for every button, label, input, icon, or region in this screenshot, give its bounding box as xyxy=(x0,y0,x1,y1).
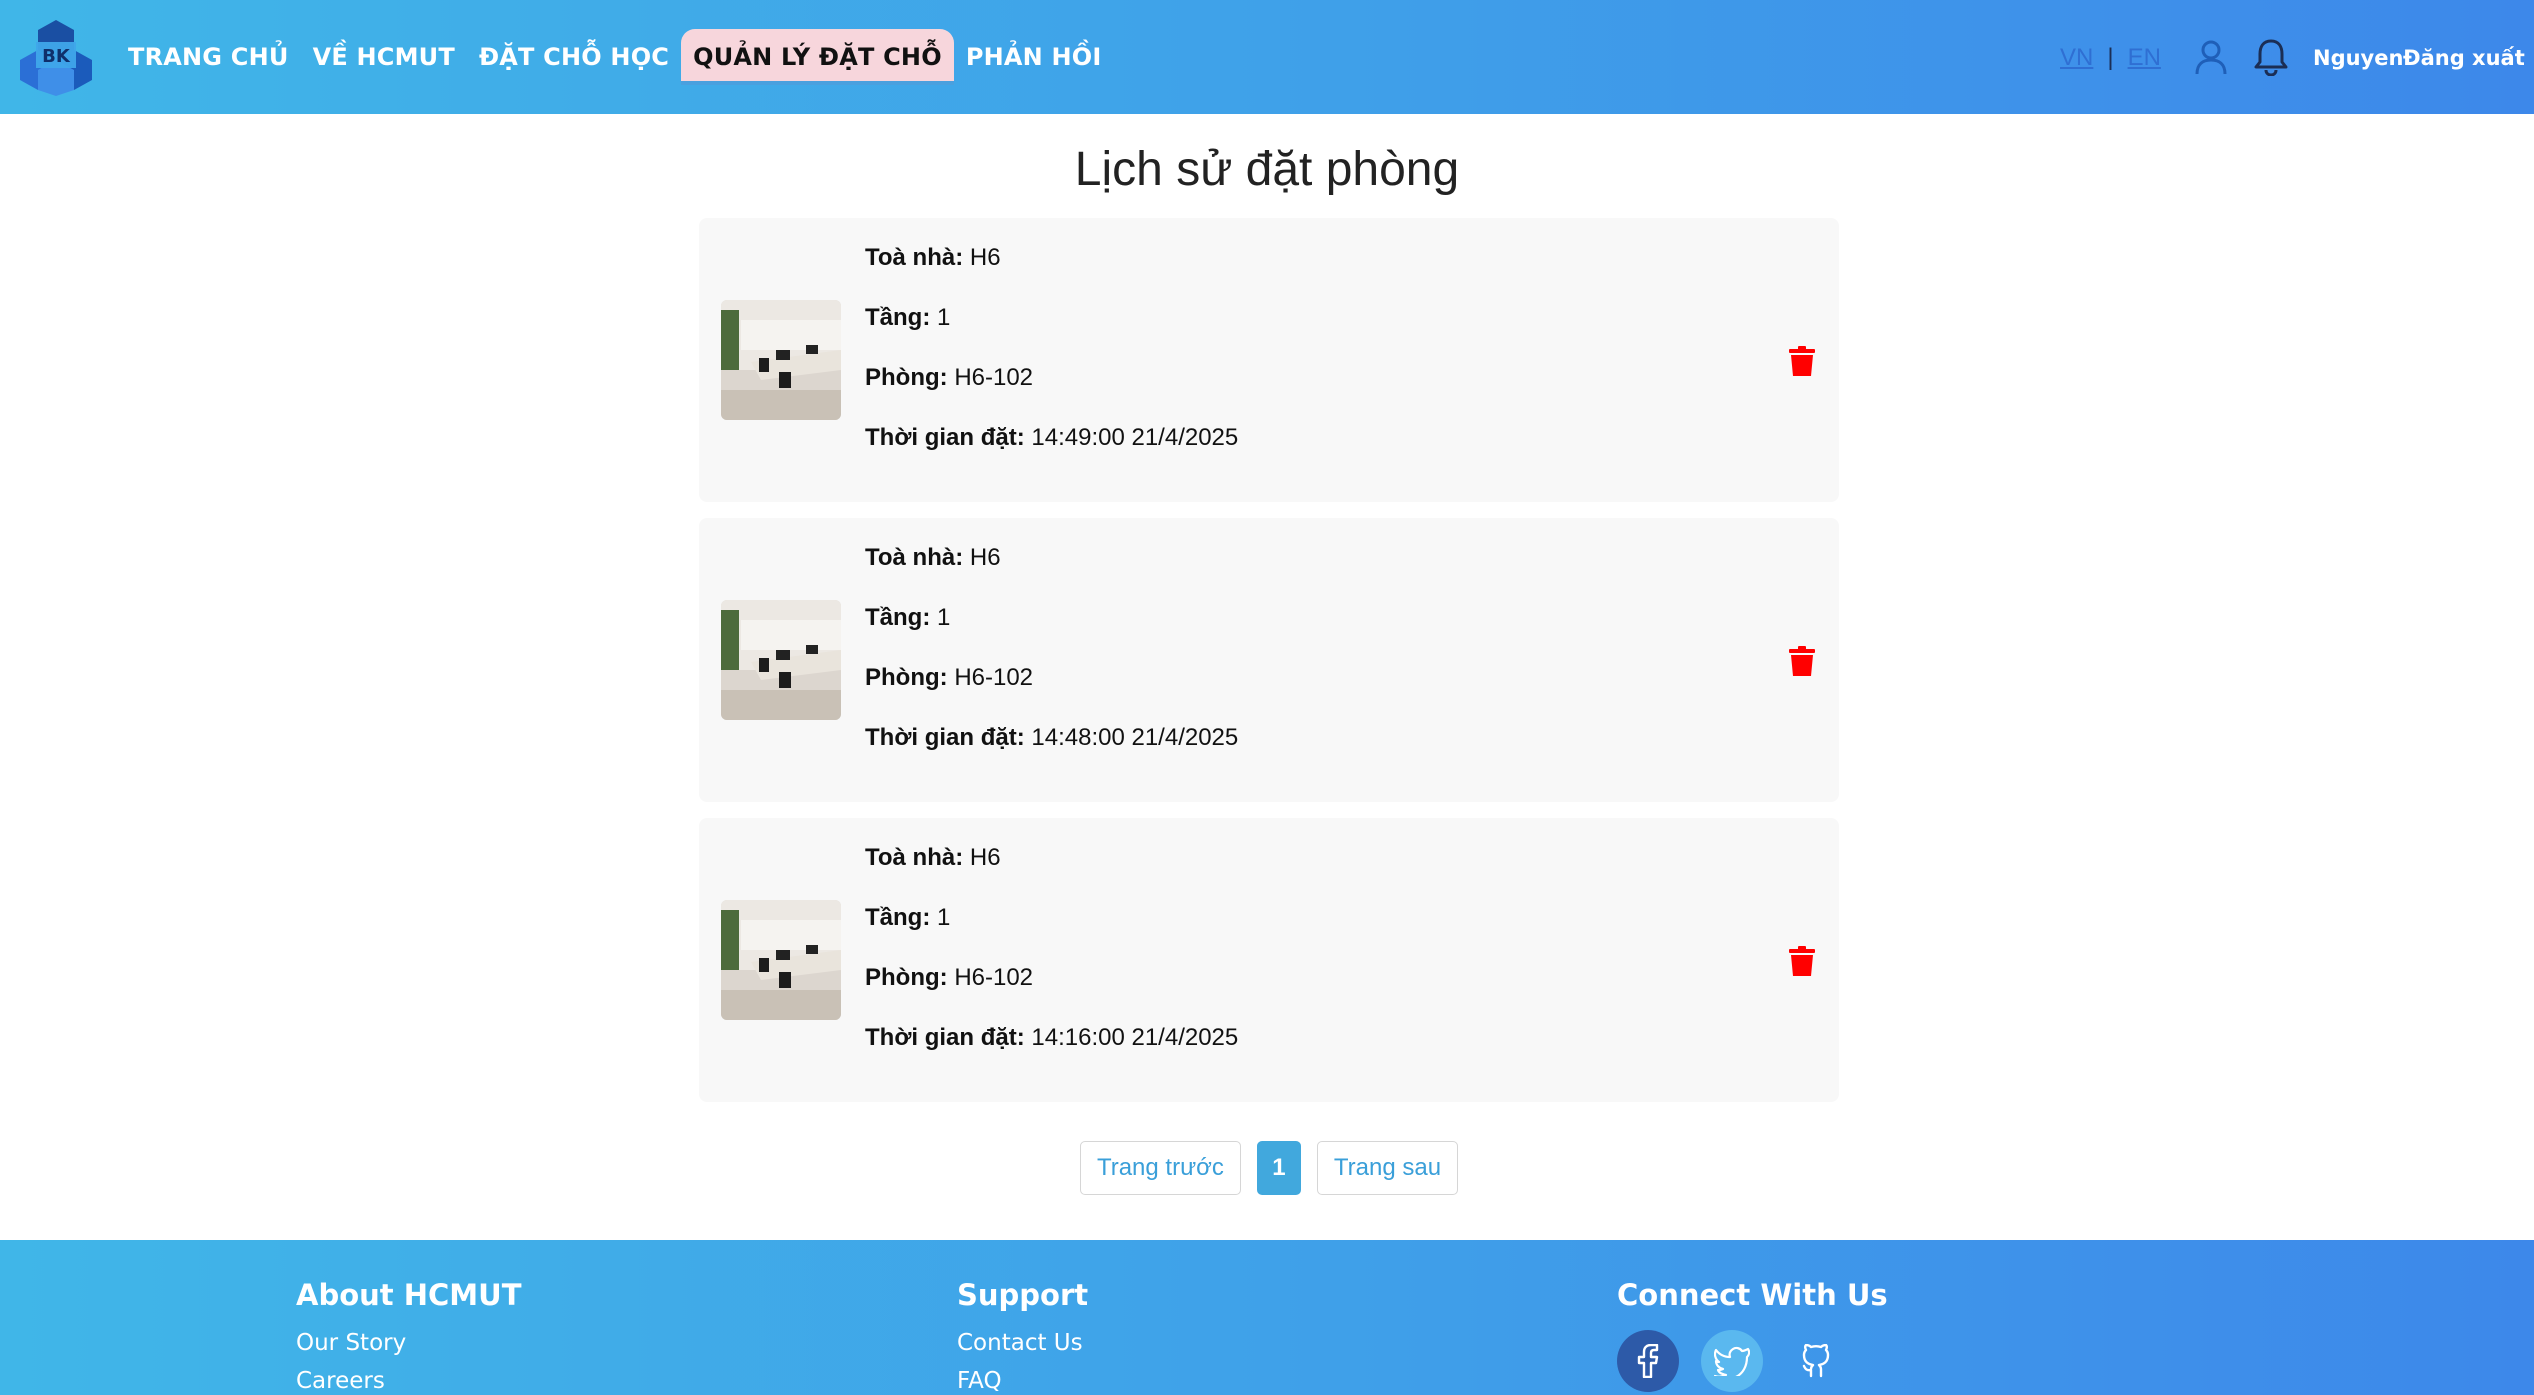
footer-about: About HCMUT Our Story Careers xyxy=(296,1278,521,1395)
lang-en-link[interactable]: EN xyxy=(2128,44,2161,72)
nav-about-hcmut[interactable]: VỀ HCMUT xyxy=(301,31,467,83)
main-nav: TRANG CHỦ VỀ HCMUT ĐẶT CHỖ HỌC QUẢN LÝ Đ… xyxy=(116,0,1114,114)
prev-page-button[interactable]: Trang trước xyxy=(1079,1141,1241,1195)
footer-support-title: Support xyxy=(957,1278,1089,1312)
footer-connect: Connect With Us xyxy=(1617,1278,1888,1392)
room-field: Phòng: H6-102 xyxy=(865,964,1034,991)
nav-feedback[interactable]: PHẢN HỒI xyxy=(954,31,1114,83)
booking-card: Toà nhà: H6 Tầng: 1 Phòng: H6-102 Thời g… xyxy=(699,518,1839,802)
room-thumbnail xyxy=(721,900,841,1020)
room-field: Phòng: H6-102 xyxy=(865,364,1034,391)
footer-about-title: About HCMUT xyxy=(296,1278,522,1312)
facebook-icon[interactable] xyxy=(1617,1330,1679,1392)
footer-link-careers[interactable]: Careers xyxy=(296,1368,521,1394)
floor-field: Tầng: 1 xyxy=(865,904,951,931)
building-field: Toà nhà: H6 xyxy=(865,544,1001,571)
language-switcher: VN | EN xyxy=(2060,44,2161,72)
floor-field: Tầng: 1 xyxy=(865,604,951,631)
trash-icon[interactable] xyxy=(1789,346,1815,376)
room-thumbnail xyxy=(721,300,841,420)
floor-field: Tầng: 1 xyxy=(865,304,951,331)
footer-link-contact-us[interactable]: Contact Us xyxy=(957,1330,1088,1356)
footer-link-our-story[interactable]: Our Story xyxy=(296,1330,521,1356)
time-field: Thời gian đặt: 14:49:00 21/4/2025 xyxy=(865,424,1239,451)
time-field: Thời gian đặt: 14:48:00 21/4/2025 xyxy=(865,724,1239,751)
booking-card: Toà nhà: H6 Tầng: 1 Phòng: H6-102 Thời g… xyxy=(699,218,1839,502)
page-title: Lịch sử đặt phòng xyxy=(1074,143,1460,196)
footer: About HCMUT Our Story Careers Support Co… xyxy=(0,1240,2534,1395)
logout-button[interactable]: Đăng xuất xyxy=(2403,46,2525,70)
bell-icon[interactable] xyxy=(2253,38,2289,76)
trash-icon[interactable] xyxy=(1789,946,1815,976)
trash-icon[interactable] xyxy=(1789,646,1815,676)
footer-link-faq[interactable]: FAQ xyxy=(957,1368,1088,1394)
nav-book-study-seat[interactable]: ĐẶT CHỖ HỌC xyxy=(467,31,681,83)
next-page-button[interactable]: Trang sau xyxy=(1316,1141,1459,1195)
lang-separator: | xyxy=(2107,44,2114,71)
page-1-button[interactable]: 1 xyxy=(1256,1141,1301,1195)
lang-vn-link[interactable]: VN xyxy=(2060,44,2093,72)
top-navbar: BK TRANG CHỦ VỀ HCMUT ĐẶT CHỖ HỌC QUẢN L… xyxy=(0,0,2534,114)
footer-connect-title: Connect With Us xyxy=(1617,1278,1888,1312)
svg-text:BK: BK xyxy=(42,46,71,67)
pagination: Trang trước 1 Trang sau xyxy=(2,1141,2534,1195)
time-field: Thời gian đặt: 14:16:00 21/4/2025 xyxy=(865,1024,1239,1051)
twitter-icon[interactable] xyxy=(1701,1330,1763,1392)
bk-logo[interactable]: BK xyxy=(16,18,96,98)
booking-card: Toà nhà: H6 Tầng: 1 Phòng: H6-102 Thời g… xyxy=(699,818,1839,1102)
nav-home[interactable]: TRANG CHỦ xyxy=(116,31,301,83)
building-field: Toà nhà: H6 xyxy=(865,244,1001,271)
github-icon[interactable] xyxy=(1785,1330,1847,1392)
room-thumbnail xyxy=(721,600,841,720)
footer-support: Support Contact Us FAQ xyxy=(957,1278,1088,1395)
user-icon[interactable] xyxy=(2194,40,2228,76)
username-label: Nguyen xyxy=(2313,46,2404,70)
building-field: Toà nhà: H6 xyxy=(865,844,1001,871)
nav-manage-bookings[interactable]: QUẢN LÝ ĐẶT CHỖ xyxy=(681,29,954,85)
room-field: Phòng: H6-102 xyxy=(865,664,1034,691)
